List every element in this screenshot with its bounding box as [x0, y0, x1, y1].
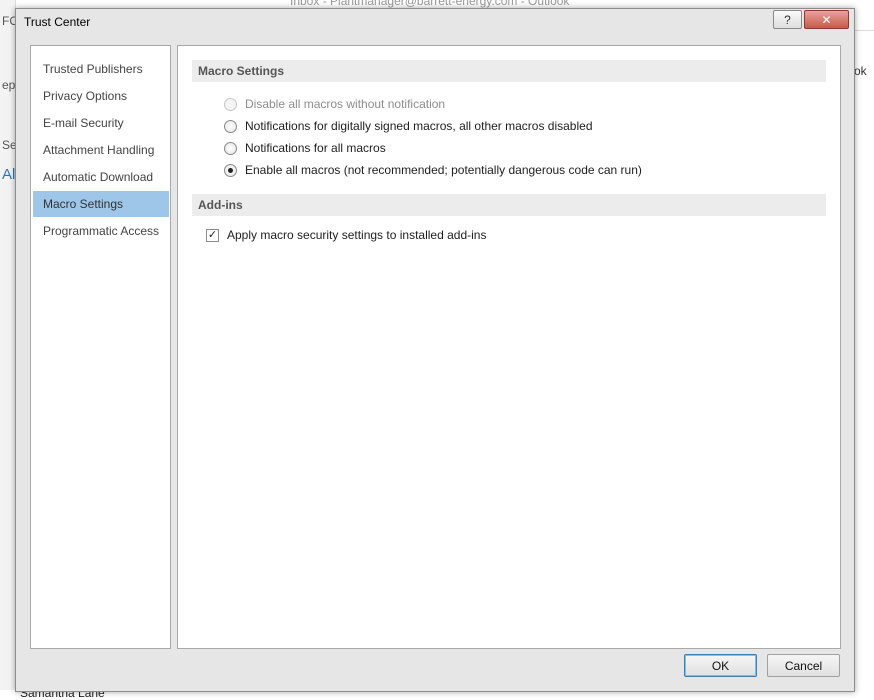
- trust-center-nav: Trusted Publishers Privacy Options E-mai…: [30, 45, 171, 649]
- nav-item-macro-settings[interactable]: Macro Settings: [33, 191, 169, 217]
- ok-button[interactable]: OK: [684, 654, 757, 677]
- radio-button[interactable]: [224, 119, 237, 133]
- help-button[interactable]: ?: [773, 10, 802, 29]
- nav-item-programmatic-access[interactable]: Programmatic Access: [33, 218, 169, 244]
- left-fragment-1: FC: [2, 14, 16, 28]
- nav-item-email-security[interactable]: E-mail Security: [33, 110, 169, 136]
- macro-settings-header: Macro Settings: [192, 60, 826, 82]
- nav-item-automatic-download[interactable]: Automatic Download: [33, 164, 169, 190]
- dialog-titlebar[interactable]: Trust Center ? ✕: [16, 9, 854, 37]
- radio-notify-all-macros[interactable]: Notifications for all macros: [224, 139, 386, 157]
- right-panel-divider: [852, 30, 874, 31]
- radio-label: Disable all macros without notification: [245, 97, 446, 111]
- radio-label: Notifications for digitally signed macro…: [245, 119, 593, 133]
- close-button[interactable]: ✕: [804, 10, 849, 29]
- radio-button[interactable]: [224, 141, 237, 155]
- radio-label: Notifications for all macros: [245, 141, 386, 155]
- apply-macro-security-addins[interactable]: ✓ Apply macro security settings to insta…: [206, 226, 486, 244]
- left-fragment-2: eph: [2, 78, 16, 92]
- nav-item-attachment-handling[interactable]: Attachment Handling: [33, 137, 169, 163]
- addins-header: Add-ins: [192, 194, 826, 216]
- outlook-left-panel: FC eph Se Al: [0, 0, 16, 700]
- outlook-right-panel: ok: [852, 0, 874, 700]
- settings-content-panel: Macro Settings Disable all macros withou…: [177, 45, 841, 649]
- radio-notify-signed-macros[interactable]: Notifications for digitally signed macro…: [224, 117, 593, 135]
- nav-item-privacy-options[interactable]: Privacy Options: [33, 83, 169, 109]
- checkmark-icon: ✓: [207, 228, 218, 241]
- help-icon: ?: [784, 12, 791, 27]
- radio-disable-all-no-notification[interactable]: Disable all macros without notification: [224, 95, 445, 113]
- outlook-window-title: Inbox - Plantmanager@barrett-energy.com …: [290, 0, 570, 8]
- right-fragment-1: ok: [854, 64, 867, 78]
- checkbox[interactable]: ✓: [206, 228, 219, 242]
- dialog-title: Trust Center: [24, 15, 91, 29]
- trust-center-dialog: Trust Center ? ✕ Trusted Publishers Priv…: [15, 8, 855, 692]
- cancel-button[interactable]: Cancel: [767, 654, 840, 677]
- radio-button[interactable]: [224, 97, 237, 111]
- left-fragment-4: Al: [2, 166, 16, 183]
- radio-enable-all-macros[interactable]: Enable all macros (not recommended; pote…: [224, 161, 642, 179]
- nav-item-trusted-publishers[interactable]: Trusted Publishers: [33, 56, 169, 82]
- radio-button[interactable]: [224, 163, 237, 177]
- checkbox-label: Apply macro security settings to install…: [227, 228, 487, 242]
- close-icon: ✕: [821, 12, 832, 27]
- radio-label: Enable all macros (not recommended; pote…: [245, 163, 642, 177]
- left-fragment-3: Se: [2, 138, 16, 152]
